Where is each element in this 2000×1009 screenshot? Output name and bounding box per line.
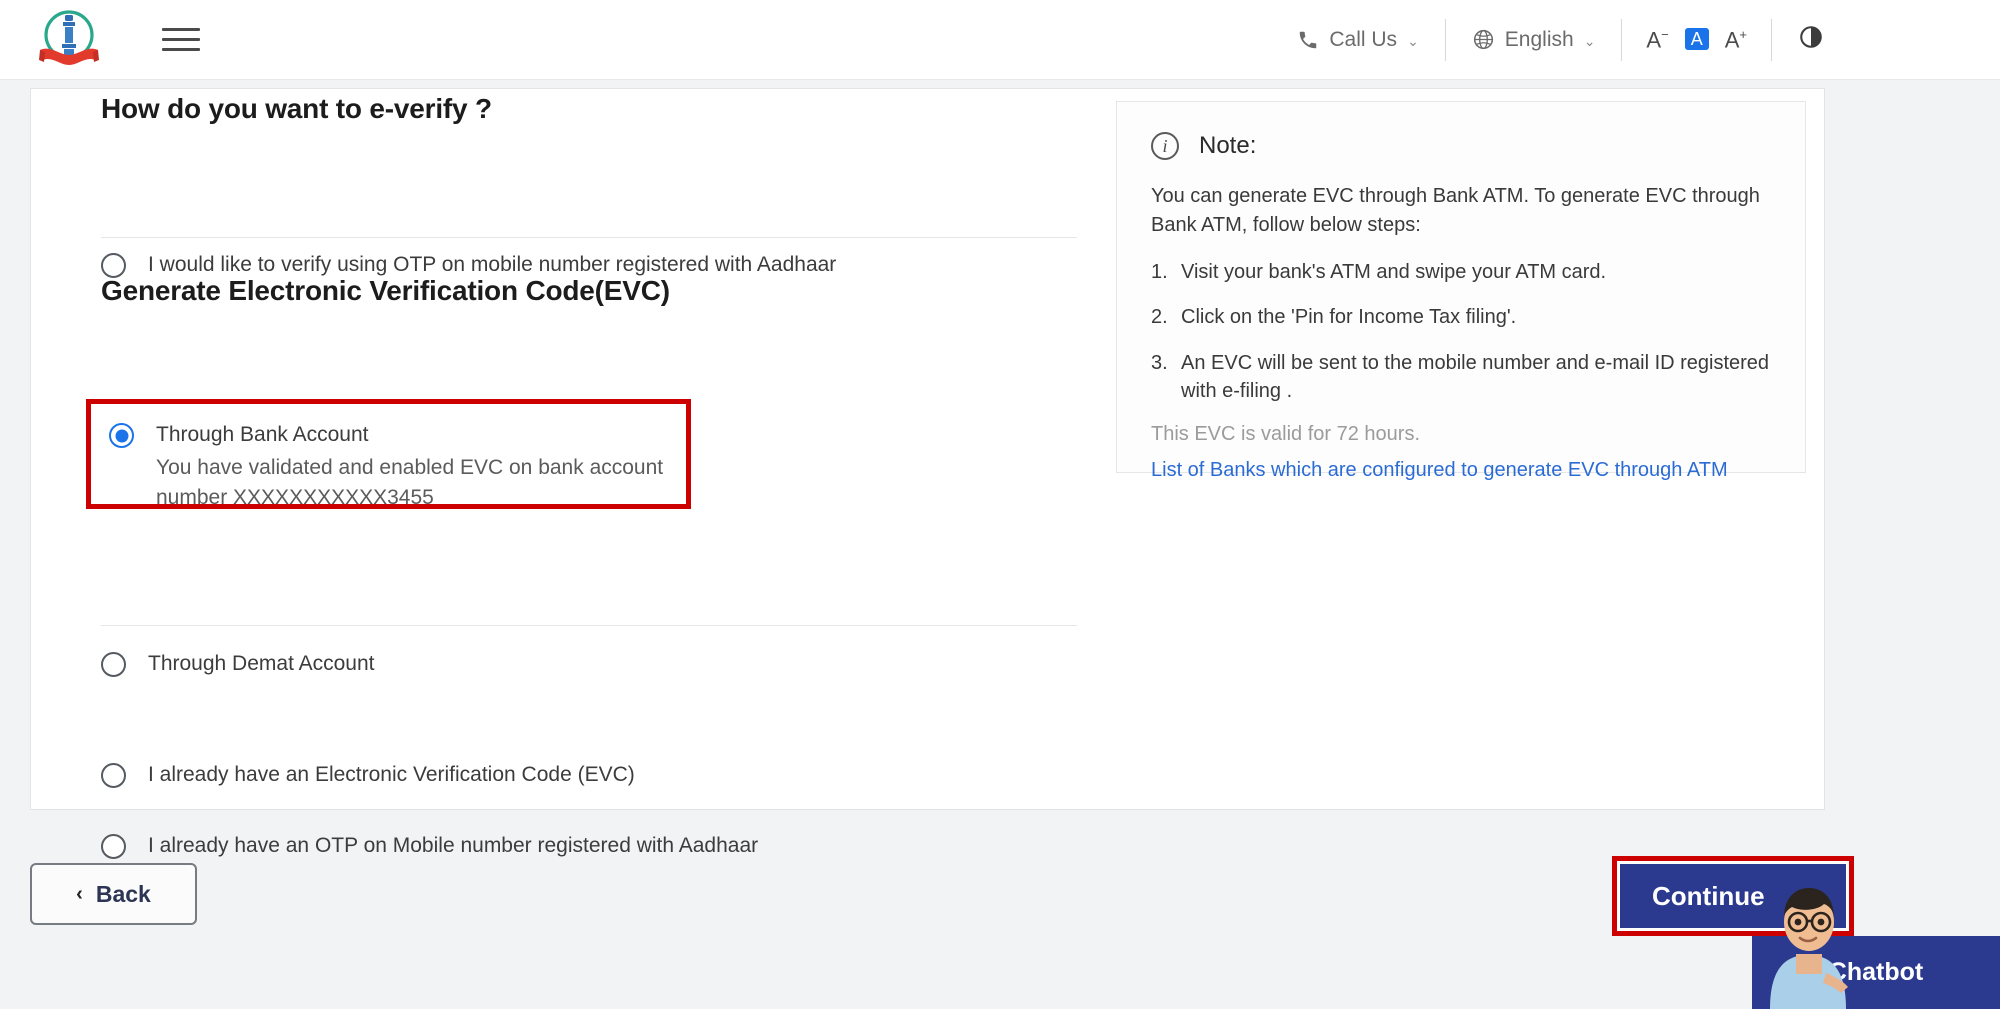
continue-button[interactable]: Continue (1620, 864, 1846, 928)
note-panel: i Note: You can generate EVC through Ban… (1116, 101, 1806, 473)
page-title: How do you want to e-verify ? (101, 93, 492, 125)
call-us-label: Call Us (1329, 28, 1397, 52)
income-tax-department-logo-icon[interactable] (36, 9, 102, 71)
section-title-generate-evc: Generate Electronic Verification Code(EV… (101, 275, 670, 307)
radio-label: I already have an OTP on Mobile number r… (148, 832, 758, 860)
note-title: Note: (1199, 132, 1256, 160)
note-step-item: 3. An EVC will be sent to the mobile num… (1151, 349, 1771, 406)
everify-page-card: How do you want to e-verify ? I would li… (30, 88, 1825, 810)
header-utility-bar: Call Us ⌄ English ⌄ A− A A+ (1271, 17, 1850, 63)
highlight-box-bank-account: Through Bank Account You have validated … (86, 399, 691, 509)
note-steps-list: 1. Visit your bank's ATM and swipe your … (1151, 258, 1771, 406)
hamburger-bar (162, 38, 200, 41)
note-step-number: 2. (1151, 303, 1168, 331)
radio-option-have-otp[interactable]: I already have an OTP on Mobile number r… (101, 832, 758, 860)
radio-option-demat-account[interactable]: Through Demat Account (101, 650, 374, 678)
note-validity-text: This EVC is valid for 72 hours. (1151, 423, 1771, 446)
back-button[interactable]: ‹ Back (30, 863, 197, 925)
site-header: Call Us ⌄ English ⌄ A− A A+ (0, 0, 2000, 80)
chatbot-label: Chatbot (1829, 958, 1923, 987)
chevron-left-icon: ‹ (76, 883, 83, 906)
note-header: i Note: (1151, 132, 1771, 160)
hamburger-bar (162, 48, 200, 51)
bank-account-subtext-line1: You have validated and enabled EVC on ba… (156, 453, 663, 483)
contrast-toggle-button[interactable] (1772, 24, 1850, 55)
highlight-box-continue: Continue (1612, 856, 1854, 936)
radio-option-have-evc[interactable]: I already have an Electronic Verificatio… (101, 761, 635, 789)
font-decrease-button[interactable]: A− (1646, 28, 1668, 51)
font-size-controls: A− A A+ (1622, 28, 1771, 51)
section-divider (101, 237, 1077, 238)
language-label: English (1505, 28, 1574, 52)
bank-account-text-group: Through Bank Account You have validated … (156, 421, 663, 512)
chatbot-button[interactable]: Chatbot (1752, 936, 2000, 1009)
globe-icon (1472, 28, 1495, 51)
note-step-item: 1. Visit your bank's ATM and swipe your … (1151, 258, 1771, 286)
section-divider (101, 625, 1077, 626)
radio-mark-selected[interactable] (109, 423, 134, 448)
bank-account-subtext-line2: number XXXXXXXXXXX3455 (156, 483, 663, 513)
radio-label: Through Bank Account (156, 423, 368, 446)
radio-label: Through Demat Account (148, 650, 374, 678)
radio-option-bank-account[interactable]: Through Bank Account You have validated … (109, 421, 663, 512)
chevron-down-icon: ⌄ (1584, 34, 1596, 48)
radio-label: I already have an Electronic Verificatio… (148, 761, 635, 789)
note-step-number: 1. (1151, 258, 1168, 286)
list-of-banks-link[interactable]: List of Banks which are configured to ge… (1151, 456, 1751, 484)
note-step-item: 2. Click on the 'Pin for Income Tax fili… (1151, 303, 1771, 331)
note-step-number: 3. (1151, 349, 1168, 377)
language-dropdown[interactable]: English ⌄ (1446, 28, 1622, 52)
info-circle-icon: i (1151, 132, 1179, 160)
chevron-down-icon: ⌄ (1407, 34, 1419, 48)
note-body-text: You can generate EVC through Bank ATM. T… (1151, 182, 1771, 240)
note-step-text: Click on the 'Pin for Income Tax filing'… (1181, 306, 1516, 328)
note-step-text: Visit your bank's ATM and swipe your ATM… (1181, 261, 1606, 283)
hamburger-menu-icon[interactable] (162, 25, 202, 55)
font-default-button[interactable]: A (1685, 28, 1709, 50)
radio-mark[interactable] (101, 834, 126, 859)
note-step-text: An EVC will be sent to the mobile number… (1181, 352, 1769, 402)
back-button-label: Back (96, 881, 151, 908)
radio-mark[interactable] (101, 652, 126, 677)
contrast-icon (1798, 24, 1824, 50)
everify-content: How do you want to e-verify ? I would li… (31, 89, 1824, 809)
phone-icon (1297, 29, 1319, 51)
hamburger-bar (162, 28, 200, 31)
call-us-dropdown[interactable]: Call Us ⌄ (1271, 28, 1444, 52)
font-increase-button[interactable]: A+ (1725, 28, 1747, 51)
radio-mark[interactable] (101, 763, 126, 788)
